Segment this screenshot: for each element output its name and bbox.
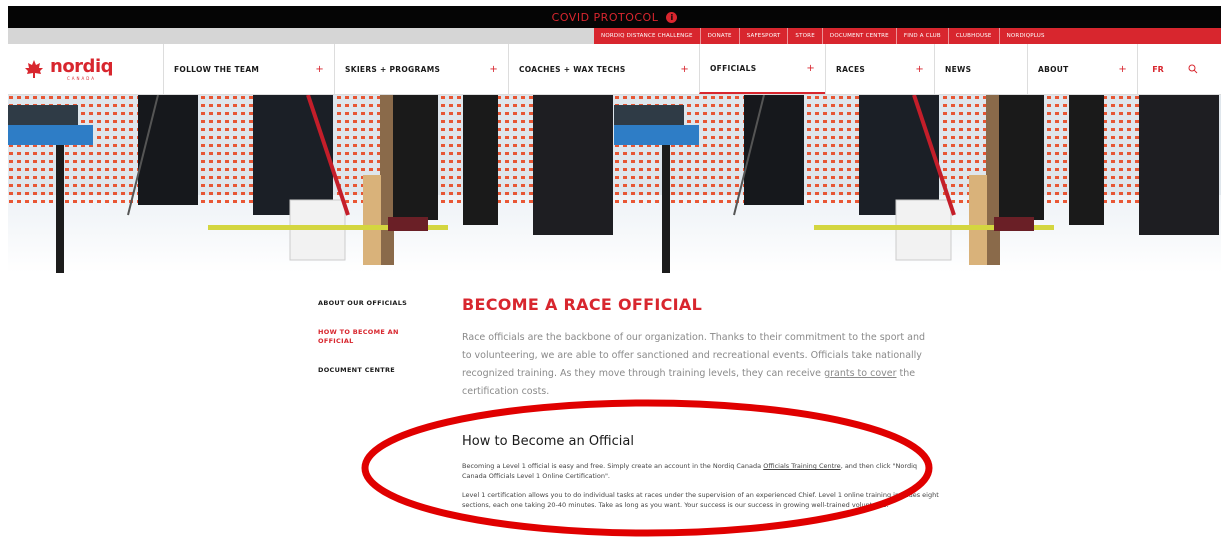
paragraph-text: Becoming a Level 1 official is easy and …	[462, 462, 764, 470]
nav-label: OFFICIALS	[710, 63, 757, 73]
expand-plus-icon[interactable]: +	[806, 63, 815, 74]
nav-label: FOLLOW THE TEAM	[174, 64, 260, 74]
expand-plus-icon[interactable]: +	[1118, 64, 1127, 75]
nav-about[interactable]: ABOUT +	[1027, 44, 1137, 94]
nav-label: COACHES + WAX TECHS	[519, 64, 626, 74]
main-content: ABOUT OUR OFFICIALS HOW TO BECOME AN OFF…	[0, 273, 1221, 538]
utility-link-nordiqplus[interactable]: NORDIQPLUS	[1000, 28, 1052, 44]
header-strip	[8, 28, 602, 44]
expand-plus-icon[interactable]: +	[315, 64, 324, 75]
utility-link-clubhouse[interactable]: CLUBHOUSE	[949, 28, 1000, 44]
hero-image	[8, 95, 1221, 273]
nav-label: ABOUT	[1038, 64, 1069, 74]
nav-officials[interactable]: OFFICIALS +	[699, 44, 825, 94]
training-centre-link[interactable]: Officials Training Centre	[763, 462, 840, 470]
nav-label: NEWS	[945, 64, 972, 74]
covid-protocol-bar[interactable]: COVID PROTOCOL i	[8, 6, 1221, 28]
brand-name: nordiq	[50, 55, 114, 77]
maple-leaf-icon	[25, 60, 43, 78]
expand-plus-icon[interactable]: +	[915, 64, 924, 75]
language-toggle[interactable]: FR	[1137, 44, 1178, 94]
utility-link-store[interactable]: STORE	[788, 28, 823, 44]
nav-label: SKIERS + PROGRAMS	[345, 64, 441, 74]
expand-plus-icon[interactable]: +	[680, 64, 689, 75]
officials-sidebar: ABOUT OUR OFFICIALS HOW TO BECOME AN OFF…	[318, 299, 433, 395]
nav-follow-the-team[interactable]: FOLLOW THE TEAM +	[163, 44, 334, 94]
search-icon	[1188, 64, 1198, 74]
utility-link-safesport[interactable]: SAFESPORT	[740, 28, 789, 44]
utility-link-document-centre[interactable]: DOCUMENT CENTRE	[823, 28, 897, 44]
sidebar-item-document-centre[interactable]: DOCUMENT CENTRE	[318, 366, 433, 375]
intro-paragraph: Race officials are the backbone of our o…	[462, 329, 932, 401]
search-button[interactable]	[1178, 44, 1208, 94]
sidebar-item-how-to-become[interactable]: HOW TO BECOME AN OFFICIAL	[318, 328, 433, 346]
nav-label: RACES	[836, 64, 866, 74]
utility-link-distance-challenge[interactable]: NORDIQ DISTANCE CHALLENGE	[594, 28, 701, 44]
main-nav: nordiq CANADA FOLLOW THE TEAM + SKIERS +…	[8, 44, 1221, 95]
page-title: BECOME A RACE OFFICIAL	[462, 295, 703, 314]
expand-plus-icon[interactable]: +	[489, 64, 498, 75]
utility-link-donate[interactable]: DONATE	[701, 28, 740, 44]
paragraph-level1: Becoming a Level 1 official is easy and …	[462, 461, 942, 481]
covid-protocol-link[interactable]: COVID PROTOCOL	[552, 11, 659, 24]
utility-nav: NORDIQ DISTANCE CHALLENGE DONATE SAFESPO…	[594, 28, 1221, 44]
nav-skiers-programs[interactable]: SKIERS + PROGRAMS +	[334, 44, 508, 94]
grants-link[interactable]: grants to cover	[824, 368, 896, 379]
sidebar-item-about-our-officials[interactable]: ABOUT OUR OFFICIALS	[318, 299, 433, 308]
nav-coaches-wax-techs[interactable]: COACHES + WAX TECHS +	[508, 44, 699, 94]
paragraph-certification: Level 1 certification allows you to do i…	[462, 491, 939, 509]
utility-link-find-a-club[interactable]: FIND A CLUB	[897, 28, 949, 44]
info-icon: i	[666, 11, 678, 23]
nav-news[interactable]: NEWS	[934, 44, 1027, 94]
nordiq-logo[interactable]: nordiq CANADA	[8, 44, 163, 94]
nav-races[interactable]: RACES +	[825, 44, 934, 94]
section-heading: How to Become an Official	[462, 434, 634, 449]
